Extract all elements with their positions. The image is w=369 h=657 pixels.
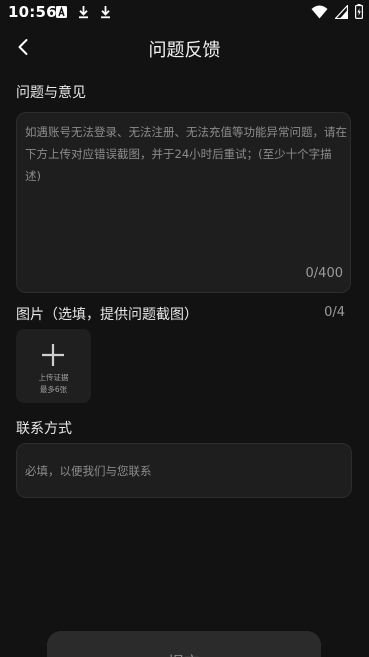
- plus-icon: [42, 344, 64, 366]
- page-title: 问题反馈: [148, 40, 221, 61]
- submit-button[interactable]: 提交: [47, 631, 321, 657]
- signal-icon: [335, 4, 348, 19]
- font-icon: [56, 6, 67, 18]
- upload-hint-limit: 最多6张: [39, 385, 68, 394]
- status-notification-icons: [55, 5, 112, 19]
- status-bar: 10:56: [0, 0, 369, 24]
- header-bar: 问题反馈: [0, 28, 369, 66]
- status-time: 10:56: [8, 3, 57, 21]
- char-counter: 0/400: [305, 266, 343, 281]
- contact-input[interactable]: [25, 444, 343, 497]
- feedback-screen: 10:56 问题反馈 问题与意见 如遇账号无法登录、无法注册、无法充值等功能异常…: [0, 0, 369, 657]
- download-icon: [79, 6, 88, 19]
- feedback-field: 如遇账号无法登录、无法注册、无法充值等功能异常问题，请在下方上传对应错误截图，并…: [16, 112, 351, 293]
- contact-field: [16, 443, 352, 498]
- images-label: 图片（选填，提供问题截图）: [16, 307, 198, 323]
- upload-image-button[interactable]: 上传证据 最多6张: [16, 329, 91, 403]
- upload-hint-title: 上传证据: [38, 373, 69, 382]
- feedback-textarea[interactable]: [24, 121, 349, 261]
- wifi-icon: [311, 5, 328, 18]
- image-counter: 0/4: [324, 305, 345, 320]
- status-system-icons: [311, 4, 363, 19]
- contact-label: 联系方式: [16, 421, 72, 437]
- feedback-label: 问题与意见: [16, 85, 86, 101]
- download-icon: [101, 6, 110, 19]
- battery-icon: [355, 4, 363, 19]
